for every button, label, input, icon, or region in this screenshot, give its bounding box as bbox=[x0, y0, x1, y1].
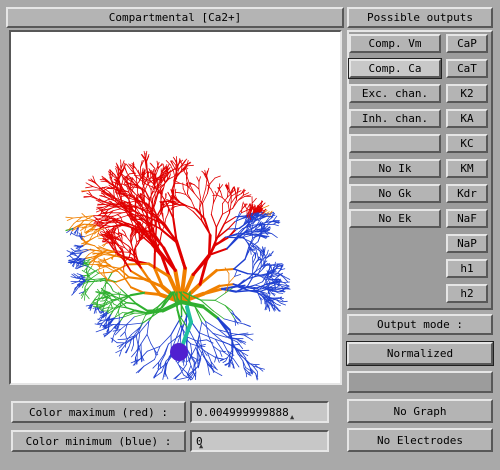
channel-naf-button[interactable]: NaF bbox=[446, 209, 488, 228]
color-min-input[interactable]: 0 ▲ bbox=[190, 430, 329, 452]
output-mode-toggle[interactable]: Normalized bbox=[346, 341, 494, 366]
comp-vm-button[interactable]: Comp. Vm bbox=[349, 34, 441, 53]
dendrite-canvas[interactable] bbox=[9, 30, 342, 385]
channel-nap-button[interactable]: NaP bbox=[446, 234, 488, 253]
text-caret-icon: ▲ bbox=[290, 413, 295, 421]
color-max-label: Color maximum (red) : bbox=[11, 401, 186, 423]
no-ik-button[interactable]: No Ik bbox=[349, 159, 441, 178]
no-gk-button[interactable]: No Gk bbox=[349, 184, 441, 203]
channel-cap-button[interactable]: CaP bbox=[446, 34, 488, 53]
right-spacer-panel bbox=[347, 371, 493, 393]
channel-h1-button[interactable]: h1 bbox=[446, 259, 488, 278]
text-caret-icon: ▲ bbox=[199, 442, 204, 450]
color-min-label: Color minimum (blue) : bbox=[11, 430, 186, 452]
exc-chan-button[interactable]: Exc. chan. bbox=[349, 84, 441, 103]
channel-kc-button[interactable]: KC bbox=[446, 134, 488, 153]
channel-k2-button[interactable]: K2 bbox=[446, 84, 488, 103]
channel-h2-button[interactable]: h2 bbox=[446, 284, 488, 303]
possible-outputs-header: Possible outputs bbox=[347, 7, 493, 28]
color-max-value: 0.004999999888 bbox=[196, 405, 289, 419]
no-electrodes-button[interactable]: No Electrodes bbox=[347, 428, 493, 452]
inh-chan-button[interactable]: Inh. chan. bbox=[349, 109, 441, 128]
dendrite-tree-image bbox=[65, 150, 291, 381]
channel-kdr-button[interactable]: Kdr bbox=[446, 184, 488, 203]
comp-ca-button[interactable]: Comp. Ca bbox=[348, 58, 442, 79]
output-mode-label: Output mode : bbox=[347, 314, 493, 335]
no-graph-button[interactable]: No Graph bbox=[347, 399, 493, 423]
channel-cat-button[interactable]: CaT bbox=[446, 59, 488, 78]
channel-ka-button[interactable]: KA bbox=[446, 109, 488, 128]
channel-km-button[interactable]: KM bbox=[446, 159, 488, 178]
color-max-input[interactable]: 0.004999999888 ▲ bbox=[190, 401, 329, 423]
no-ek-button[interactable]: No Ek bbox=[349, 209, 441, 228]
blank-output-button[interactable] bbox=[349, 134, 441, 153]
window-title: Compartmental [Ca2+] bbox=[6, 7, 344, 28]
